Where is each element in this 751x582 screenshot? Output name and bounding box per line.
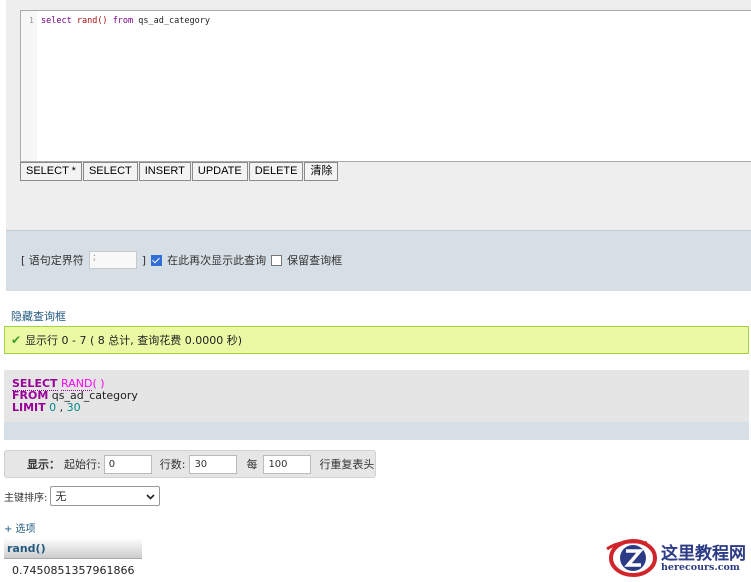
watermark-url: herecours.com (661, 562, 740, 573)
sql-func-token: rand() (76, 16, 108, 26)
logo-icon (606, 539, 657, 577)
show-again-label[interactable]: 在此再次显示此查询 (167, 252, 266, 268)
column-header-rand[interactable]: rand() (4, 538, 143, 559)
watermark-chinese-text: 这里教程网 (661, 544, 746, 564)
sql-editor[interactable]: 1 select rand() from qs_ad_category (20, 10, 751, 162)
sql-select-token: select (41, 16, 72, 26)
navigation-form: 显示： 起始行: 0 行数: 30 每 100 行重复表头 (4, 450, 376, 478)
sql-limit-count: 30 (66, 401, 81, 414)
check-icon: ✔ (11, 333, 22, 347)
sql-button-bar: SELECT * SELECT INSERT UPDATE DELETE 清除 (20, 162, 339, 181)
sql-line-limit: LIMIT 0 , 30 (12, 402, 81, 414)
formatted-sql-box: SELECT RAND( ) FROM qs_ad_category LIMIT… (4, 370, 749, 440)
sort-label: 主键排序: (4, 492, 48, 504)
repeat-every-input[interactable]: 100 (263, 454, 312, 474)
row-count-label: 行数: (159, 458, 186, 471)
delimiter-bar: [ 语句定界符 ; ] 在此再次显示此查询 保留查询框 (6, 230, 751, 291)
row-count-input[interactable]: 30 (189, 454, 238, 474)
sort-selected-value: 无 (55, 490, 67, 503)
sql-limit-sep: , (59, 401, 64, 414)
sql-display-footer (4, 422, 749, 440)
show-label: 显示： (27, 458, 60, 471)
start-row-label: 起始行: (64, 458, 101, 471)
watermark-logo: 这里教程网 herecours.com (603, 537, 748, 579)
table-cell: 0.7450851357961866 (4, 558, 143, 581)
repeat-every-label: 每 (246, 458, 258, 471)
sql-from-token: from (112, 16, 134, 26)
delete-button[interactable]: DELETE (248, 162, 304, 181)
line-number: 1 (29, 16, 34, 25)
delimiter-row: [ 语句定界符 ; ] 在此再次显示此查询 保留查询框 (21, 251, 342, 269)
delimiter-input[interactable]: ; (88, 251, 137, 269)
sort-row: 主键排序: 无 (4, 486, 161, 506)
options-link[interactable]: + 选项 (4, 520, 36, 535)
clear-button[interactable]: 清除 (304, 162, 339, 181)
start-row-input[interactable]: 0 (103, 454, 152, 474)
delimiter-label: [ 语句定界符 (21, 254, 84, 267)
delimiter-label-close: ] (141, 253, 147, 267)
select-all-button[interactable]: SELECT * (20, 162, 82, 181)
show-again-checkbox[interactable] (151, 254, 163, 266)
results-table: rand() 0.7450851357961866 (4, 538, 143, 581)
sort-select[interactable]: 无 (50, 486, 161, 506)
chevron-down-icon (146, 490, 155, 503)
select-button[interactable]: SELECT (82, 162, 138, 181)
table-header-row: rand() (4, 538, 143, 559)
sql-text: select rand() from qs_ad_category (41, 16, 210, 26)
hide-query-box-link[interactable]: 隐藏查询框 (11, 308, 66, 324)
success-text: 显示行 0 - 7 ( 8 总计, 查询花费 0.0000 秒) (25, 334, 243, 347)
sql-limit-keyword: LIMIT (12, 401, 46, 414)
sql-table-token: qs_ad_category (138, 16, 210, 26)
keep-box-checkbox[interactable] (271, 254, 283, 266)
editor-gutter (21, 11, 37, 161)
repeat-header-label: 行重复表头 (319, 458, 375, 471)
sql-limit-start: 0 (49, 401, 57, 414)
table-row: 0.7450851357961866 (4, 558, 143, 581)
insert-button[interactable]: INSERT (138, 162, 191, 181)
keep-box-label[interactable]: 保留查询框 (287, 252, 342, 268)
update-button[interactable]: UPDATE (191, 162, 248, 181)
success-message: ✔ 显示行 0 - 7 ( 8 总计, 查询花费 0.0000 秒) (4, 326, 749, 354)
